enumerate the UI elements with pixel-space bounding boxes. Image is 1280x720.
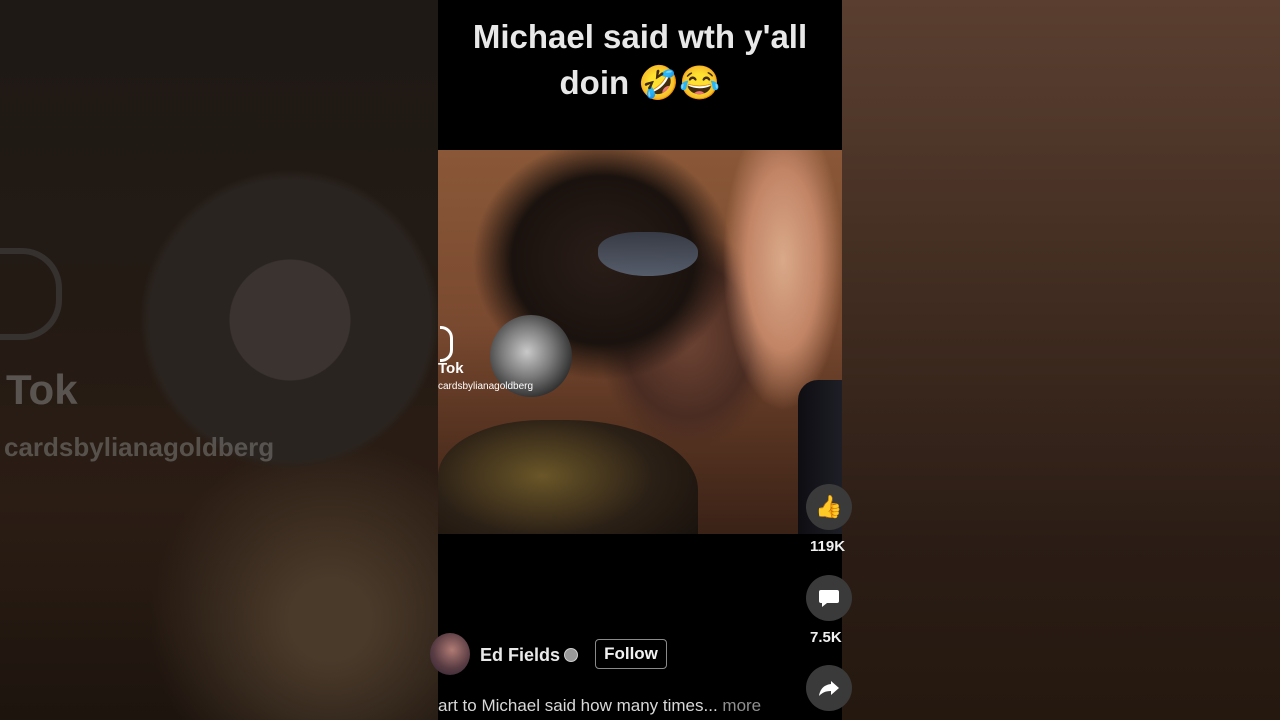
comment-count: 7.5K [810,629,842,646]
watermark-brand: Tok [438,360,464,377]
share-button[interactable] [806,665,852,711]
watermark-handle-blurred: cardsbylianagoldberg [4,432,275,462]
like-button[interactable]: 👍 [806,484,852,530]
sunglasses-shape [598,232,698,276]
avatar[interactable] [430,633,470,675]
video-frame: Tok cardsbylianagoldberg [438,150,842,534]
thumbs-up-icon: 👍 [815,494,843,519]
blurred-background-right [842,0,1280,720]
watermark-brand-blurred: Tok [6,366,78,413]
comment-icon [819,590,839,607]
tiktok-logo-icon [0,248,62,340]
description-text: art to Michael said how many times... [438,696,718,715]
share-arrow-icon [819,681,839,696]
caption-line-1: Michael said wth y'all [472,18,808,55]
video-caption: Michael said wth y'all doin 🤣😂 [438,14,842,106]
author-row: Ed Fields Follow [430,633,738,677]
follow-button[interactable]: Follow [595,639,667,669]
jacket-shape [438,420,698,534]
like-action[interactable]: 👍 119K [806,484,854,555]
globe-icon [564,648,578,662]
watermark-handle: cardsbylianagoldberg [438,381,534,392]
more-link[interactable]: more [722,696,761,715]
blurred-background-left: Tok cardsbylianagoldberg [0,0,438,720]
caption-line-2: doin 🤣😂 [559,64,721,101]
like-count: 119K [810,538,846,555]
video-description[interactable]: art to Michael said how many times... mo… [438,696,798,716]
author-name[interactable]: Ed Fields [480,645,560,666]
video-player[interactable]: Michael said wth y'all doin 🤣😂 Tok cards… [438,0,842,720]
share-action[interactable] [806,665,854,711]
comment-action[interactable]: 7.5K [806,575,854,646]
tiktok-watermark-icon [440,326,453,362]
comment-button[interactable] [806,575,852,621]
